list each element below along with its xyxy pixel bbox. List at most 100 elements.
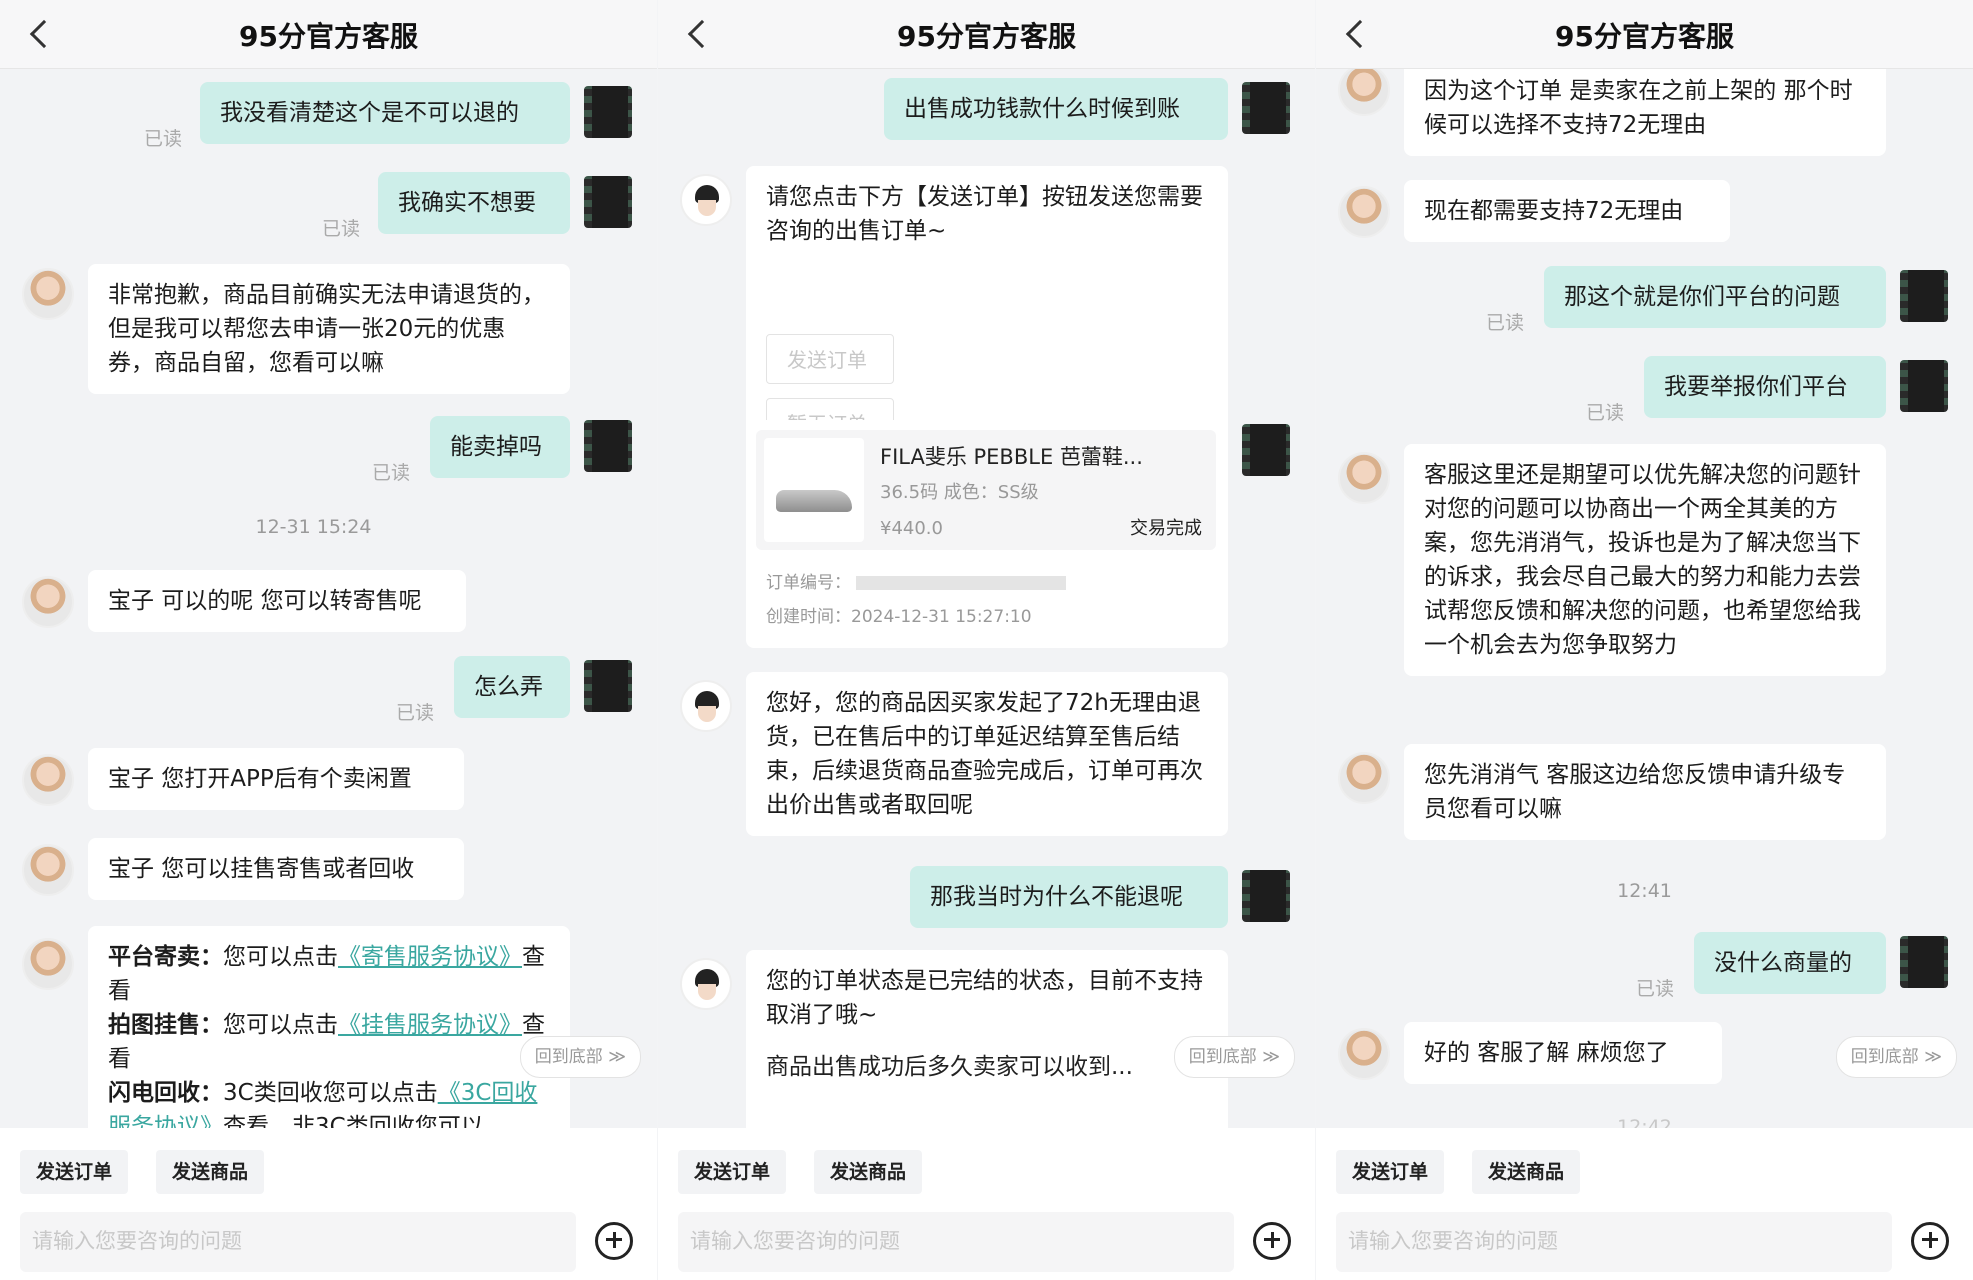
composer: 发送订单 发送商品 <box>658 1128 1315 1280</box>
composer: 发送订单 发送商品 <box>1316 1128 1973 1280</box>
received-message[interactable]: 宝子 可以的呢 您可以转寄售呢 <box>88 570 466 632</box>
product-name: FILA斐乐 PEBBLE 芭蕾鞋... <box>880 445 1143 469</box>
service-text: 您可以点击 <box>223 1012 338 1038</box>
bot-avatar[interactable] <box>680 680 732 732</box>
agent-avatar[interactable] <box>22 268 74 320</box>
received-message-status[interactable]: 您的订单状态是已完结的状态，目前不支持取消了哦~ 商品出售成功后多久卖家可以收到… <box>746 950 1228 1128</box>
chat-panel-3: 95分官方客服 因为这个订单 是卖家在之前上架的 那个时候可以选择不支持72无理… <box>1316 0 1973 1280</box>
timestamp: 12-31 15:24 <box>255 516 372 538</box>
service-key: 拍图挂售： <box>108 1012 223 1038</box>
send-goods-button[interactable]: 发送商品 <box>156 1150 265 1194</box>
shoe-thumbnail <box>764 438 864 542</box>
user-avatar[interactable] <box>584 176 632 228</box>
sent-message[interactable]: 能卖掉吗 <box>430 416 570 478</box>
received-message[interactable]: 您先消消气 客服这边给您反馈申请升级专员您看可以嘛 <box>1404 744 1886 840</box>
received-message[interactable]: 因为这个订单 是卖家在之前上架的 那个时候可以选择不支持72无理由 <box>1404 68 1886 156</box>
sent-message[interactable]: 出售成功钱款什么时候到账 <box>884 78 1228 140</box>
received-message[interactable]: 宝子 您可以挂售寄售或者回收 <box>88 838 464 900</box>
message-input[interactable] <box>678 1212 1234 1272</box>
received-message[interactable]: 非常抱歉，商品目前确实无法申请退货的，但是我可以帮您去申请一张20元的优惠券，商… <box>88 264 570 394</box>
sent-message[interactable]: 我确实不想要 <box>378 172 570 234</box>
chat-panel-1: 95分官方客服 已读 我没看清楚这个是不可以退的 已读 我确实不想要 非常抱歉，… <box>0 0 657 1280</box>
page-title: 95分官方客服 <box>239 20 418 53</box>
order-card[interactable]: FILA斐乐 PEBBLE 芭蕾鞋... 36.5码 成色：SS级 ¥440.0… <box>746 420 1228 648</box>
header: 95分官方客服 <box>658 0 1315 69</box>
scroll-to-bottom-button[interactable]: 回到底部 ≫ <box>1835 1036 1957 1078</box>
scroll-to-bottom-button[interactable]: 回到底部 ≫ <box>519 1036 641 1078</box>
read-receipt: 已读 <box>1636 978 1675 1000</box>
user-avatar[interactable] <box>1242 82 1290 134</box>
service-key: 平台寄卖： <box>108 944 223 970</box>
service-text: 3C类回收您可以点击 <box>223 1080 438 1106</box>
sent-message[interactable]: 我没看清楚这个是不可以退的 <box>200 82 570 144</box>
received-message[interactable]: 现在都需要支持72无理由 <box>1404 180 1730 242</box>
message-input[interactable] <box>1336 1212 1892 1272</box>
send-goods-button[interactable]: 发送商品 <box>1472 1150 1581 1194</box>
send-order-button[interactable]: 发送订单 <box>1336 1150 1445 1194</box>
sent-message[interactable]: 那我当时为什么不能退呢 <box>910 866 1228 928</box>
sent-message[interactable]: 怎么弄 <box>454 656 570 718</box>
listing-agreement-link[interactable]: 《挂售服务协议》 <box>338 1012 522 1038</box>
user-avatar[interactable] <box>1900 270 1948 322</box>
send-order-button[interactable]: 发送订单 <box>678 1150 787 1194</box>
composer: 发送订单 发送商品 <box>0 1128 657 1280</box>
plus-icon[interactable] <box>1253 1222 1291 1260</box>
user-avatar[interactable] <box>1242 424 1290 476</box>
user-avatar[interactable] <box>1900 360 1948 412</box>
sent-message[interactable]: 我要举报你们平台 <box>1644 356 1886 418</box>
user-avatar[interactable] <box>1900 936 1948 988</box>
agent-avatar[interactable] <box>1338 186 1390 238</box>
message-input[interactable] <box>20 1212 576 1272</box>
agent-avatar[interactable] <box>1338 452 1390 504</box>
agent-avatar[interactable] <box>22 576 74 628</box>
order-number-redacted <box>856 576 1067 590</box>
product-spec: 36.5码 成色：SS级 <box>880 482 1039 503</box>
plus-icon[interactable] <box>1911 1222 1949 1260</box>
order-product-row[interactable]: FILA斐乐 PEBBLE 芭蕾鞋... 36.5码 成色：SS级 ¥440.0… <box>756 430 1216 550</box>
read-receipt: 已读 <box>372 462 411 484</box>
message-list[interactable]: 出售成功钱款什么时候到账 请您点击下方【发送订单】按钮发送您需要咨询的出售订单~… <box>658 68 1315 1128</box>
plus-icon[interactable] <box>595 1222 633 1260</box>
prompt-text: 请您点击下方【发送订单】按钮发送您需要咨询的出售订单~ <box>766 184 1203 244</box>
page-title: 95分官方客服 <box>1555 20 1734 53</box>
send-order-button[interactable]: 发送订单 <box>20 1150 129 1194</box>
agent-avatar[interactable] <box>22 754 74 806</box>
user-avatar[interactable] <box>584 420 632 472</box>
order-status: 交易完成 <box>1130 518 1202 539</box>
bot-avatar[interactable] <box>680 958 732 1010</box>
read-receipt: 已读 <box>1486 312 1525 334</box>
created-label: 创建时间： <box>766 607 851 627</box>
consign-agreement-link[interactable]: 《寄售服务协议》 <box>338 944 522 970</box>
agent-avatar[interactable] <box>1338 68 1390 116</box>
created-time: 2024-12-31 15:27:10 <box>851 607 1032 627</box>
sent-message[interactable]: 没什么商量的 <box>1694 932 1886 994</box>
bot-avatar[interactable] <box>680 174 732 226</box>
sent-message[interactable]: 那这个就是你们平台的问题 <box>1544 266 1886 328</box>
send-order-inline-button[interactable]: 发送订单 <box>766 334 894 384</box>
created-row: 创建时间：2024-12-31 15:27:10 <box>766 600 1032 634</box>
received-message[interactable]: 客服这里还是期望可以优先解决您的问题针对您的问题可以协商出一个两全其美的方案，您… <box>1404 444 1886 676</box>
agent-avatar[interactable] <box>1338 1028 1390 1080</box>
user-avatar[interactable] <box>584 660 632 712</box>
read-receipt: 已读 <box>144 128 183 150</box>
received-message-services[interactable]: 平台寄卖：您可以点击《寄售服务协议》查看 拍图挂售：您可以点击《挂售服务协议》查… <box>88 926 570 1128</box>
read-receipt: 已读 <box>396 702 435 724</box>
user-avatar[interactable] <box>1242 870 1290 922</box>
chat-panel-2: 95分官方客服 出售成功钱款什么时候到账 请您点击下方【发送订单】按钮发送您需要… <box>658 0 1315 1280</box>
user-avatar[interactable] <box>584 86 632 138</box>
received-message[interactable]: 您好，您的商品因买家发起了72h无理由退货，已在售后中的订单延迟结算至售后结束，… <box>746 672 1228 836</box>
received-message[interactable]: 宝子 您打开APP后有个卖闲置 <box>88 748 464 810</box>
scroll-to-bottom-button[interactable]: 回到底部 ≫ <box>1173 1036 1295 1078</box>
send-goods-button[interactable]: 发送商品 <box>814 1150 923 1194</box>
agent-avatar[interactable] <box>1338 752 1390 804</box>
read-receipt: 已读 <box>322 218 361 240</box>
order-number-label: 订单编号： <box>766 573 851 593</box>
message-list[interactable]: 已读 我没看清楚这个是不可以退的 已读 我确实不想要 非常抱歉，商品目前确实无法… <box>0 68 657 1128</box>
agent-avatar[interactable] <box>22 844 74 896</box>
status-text: 您的订单状态是已完结的状态，目前不支持取消了哦~ <box>766 968 1203 1028</box>
message-list[interactable]: 因为这个订单 是卖家在之前上架的 那个时候可以选择不支持72无理由 现在都需要支… <box>1316 68 1973 1128</box>
faq-suggestion[interactable]: 商品出售成功后多久卖家可以收到... <box>766 1050 1208 1084</box>
received-message[interactable]: 好的 客服了解 麻烦您了 <box>1404 1022 1722 1084</box>
agent-avatar[interactable] <box>22 938 74 990</box>
read-receipt: 已读 <box>1586 402 1625 424</box>
